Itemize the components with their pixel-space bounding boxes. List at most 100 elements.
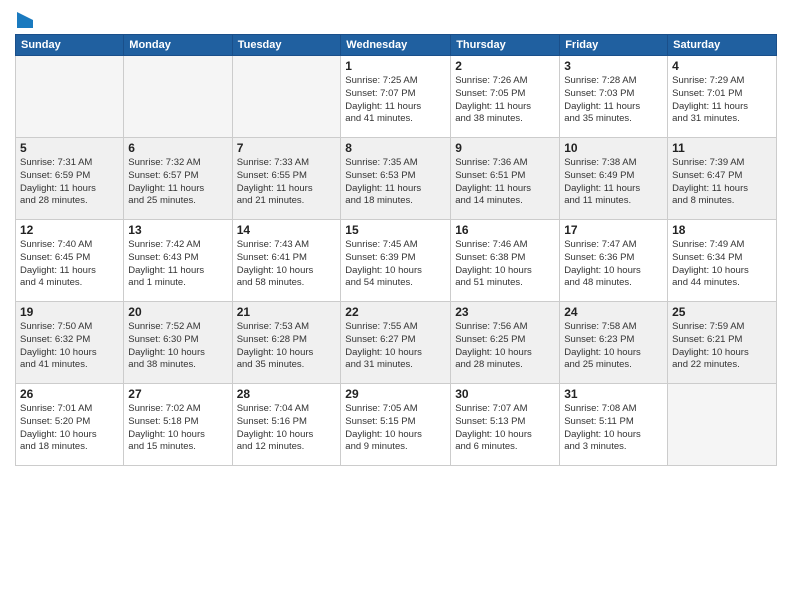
day-info: Sunrise: 7:05 AM Sunset: 5:15 PM Dayligh… [345, 403, 446, 454]
week-row-4: 19 Sunrise: 7:50 AM Sunset: 6:32 PM Dayli… [16, 302, 777, 384]
calendar-cell: 16 Sunrise: 7:46 AM Sunset: 6:38 PM Dayli… [451, 220, 560, 302]
calendar-cell: 5 Sunrise: 7:31 AM Sunset: 6:59 PM Daylig… [16, 138, 124, 220]
day-number: 18 [672, 223, 772, 237]
header-cell-friday: Friday [560, 35, 668, 56]
day-number: 16 [455, 223, 555, 237]
header-cell-tuesday: Tuesday [232, 35, 341, 56]
day-number: 26 [20, 387, 119, 401]
calendar-cell: 30 Sunrise: 7:07 AM Sunset: 5:13 PM Dayli… [451, 384, 560, 466]
day-info: Sunrise: 7:47 AM Sunset: 6:36 PM Dayligh… [564, 239, 663, 290]
calendar-cell: 20 Sunrise: 7:52 AM Sunset: 6:30 PM Dayli… [124, 302, 232, 384]
day-info: Sunrise: 7:53 AM Sunset: 6:28 PM Dayligh… [237, 321, 337, 372]
day-info: Sunrise: 7:29 AM Sunset: 7:01 PM Dayligh… [672, 75, 772, 126]
calendar-table: SundayMondayTuesdayWednesdayThursdayFrid… [15, 34, 777, 466]
calendar-cell: 8 Sunrise: 7:35 AM Sunset: 6:53 PM Daylig… [341, 138, 451, 220]
day-info: Sunrise: 7:32 AM Sunset: 6:57 PM Dayligh… [128, 157, 227, 208]
header-cell-wednesday: Wednesday [341, 35, 451, 56]
day-info: Sunrise: 7:50 AM Sunset: 6:32 PM Dayligh… [20, 321, 119, 372]
calendar-cell [668, 384, 777, 466]
logo-icon [17, 12, 33, 28]
day-info: Sunrise: 7:55 AM Sunset: 6:27 PM Dayligh… [345, 321, 446, 372]
day-info: Sunrise: 7:28 AM Sunset: 7:03 PM Dayligh… [564, 75, 663, 126]
day-number: 15 [345, 223, 446, 237]
day-number: 21 [237, 305, 337, 319]
day-info: Sunrise: 7:07 AM Sunset: 5:13 PM Dayligh… [455, 403, 555, 454]
calendar-cell: 9 Sunrise: 7:36 AM Sunset: 6:51 PM Daylig… [451, 138, 560, 220]
day-info: Sunrise: 7:08 AM Sunset: 5:11 PM Dayligh… [564, 403, 663, 454]
calendar-cell: 27 Sunrise: 7:02 AM Sunset: 5:18 PM Dayli… [124, 384, 232, 466]
day-info: Sunrise: 7:56 AM Sunset: 6:25 PM Dayligh… [455, 321, 555, 372]
day-number: 29 [345, 387, 446, 401]
calendar-cell: 14 Sunrise: 7:43 AM Sunset: 6:41 PM Dayli… [232, 220, 341, 302]
day-info: Sunrise: 7:42 AM Sunset: 6:43 PM Dayligh… [128, 239, 227, 290]
day-number: 23 [455, 305, 555, 319]
day-info: Sunrise: 7:04 AM Sunset: 5:16 PM Dayligh… [237, 403, 337, 454]
day-number: 7 [237, 141, 337, 155]
calendar-body: 1Sunrise: 7:25 AM Sunset: 7:07 PM Daylig… [16, 56, 777, 466]
calendar-cell: 29 Sunrise: 7:05 AM Sunset: 5:15 PM Dayli… [341, 384, 451, 466]
logo [15, 10, 33, 26]
day-number: 13 [128, 223, 227, 237]
day-number: 4 [672, 59, 772, 73]
calendar-cell: 22 Sunrise: 7:55 AM Sunset: 6:27 PM Dayli… [341, 302, 451, 384]
calendar-cell: 21 Sunrise: 7:53 AM Sunset: 6:28 PM Dayli… [232, 302, 341, 384]
day-number: 27 [128, 387, 227, 401]
week-row-1: 1Sunrise: 7:25 AM Sunset: 7:07 PM Daylig… [16, 56, 777, 138]
day-info: Sunrise: 7:01 AM Sunset: 5:20 PM Dayligh… [20, 403, 119, 454]
day-info: Sunrise: 7:31 AM Sunset: 6:59 PM Dayligh… [20, 157, 119, 208]
calendar-cell: 12 Sunrise: 7:40 AM Sunset: 6:45 PM Dayli… [16, 220, 124, 302]
day-info: Sunrise: 7:02 AM Sunset: 5:18 PM Dayligh… [128, 403, 227, 454]
calendar-cell: 31 Sunrise: 7:08 AM Sunset: 5:11 PM Dayli… [560, 384, 668, 466]
header-cell-thursday: Thursday [451, 35, 560, 56]
calendar-cell: 18 Sunrise: 7:49 AM Sunset: 6:34 PM Dayli… [668, 220, 777, 302]
day-number: 3 [564, 59, 663, 73]
week-row-3: 12 Sunrise: 7:40 AM Sunset: 6:45 PM Dayli… [16, 220, 777, 302]
day-number: 20 [128, 305, 227, 319]
day-number: 10 [564, 141, 663, 155]
calendar-cell: 28 Sunrise: 7:04 AM Sunset: 5:16 PM Dayli… [232, 384, 341, 466]
day-number: 12 [20, 223, 119, 237]
day-info: Sunrise: 7:36 AM Sunset: 6:51 PM Dayligh… [455, 157, 555, 208]
week-row-5: 26 Sunrise: 7:01 AM Sunset: 5:20 PM Dayli… [16, 384, 777, 466]
day-info: Sunrise: 7:38 AM Sunset: 6:49 PM Dayligh… [564, 157, 663, 208]
day-info: Sunrise: 7:49 AM Sunset: 6:34 PM Dayligh… [672, 239, 772, 290]
calendar-header: SundayMondayTuesdayWednesdayThursdayFrid… [16, 35, 777, 56]
calendar-cell: 23 Sunrise: 7:56 AM Sunset: 6:25 PM Dayli… [451, 302, 560, 384]
day-number: 28 [237, 387, 337, 401]
day-number: 30 [455, 387, 555, 401]
calendar-cell: 6 Sunrise: 7:32 AM Sunset: 6:57 PM Daylig… [124, 138, 232, 220]
calendar-cell: 4 Sunrise: 7:29 AM Sunset: 7:01 PM Daylig… [668, 56, 777, 138]
calendar-cell: 17Sunrise: 7:47 AM Sunset: 6:36 PM Dayli… [560, 220, 668, 302]
day-info: Sunrise: 7:35 AM Sunset: 6:53 PM Dayligh… [345, 157, 446, 208]
day-number: 14 [237, 223, 337, 237]
day-number: 11 [672, 141, 772, 155]
day-number: 31 [564, 387, 663, 401]
day-info: Sunrise: 7:45 AM Sunset: 6:39 PM Dayligh… [345, 239, 446, 290]
day-number: 1 [345, 59, 446, 73]
header-row: SundayMondayTuesdayWednesdayThursdayFrid… [16, 35, 777, 56]
day-number: 8 [345, 141, 446, 155]
day-number: 19 [20, 305, 119, 319]
day-info: Sunrise: 7:52 AM Sunset: 6:30 PM Dayligh… [128, 321, 227, 372]
calendar-cell: 11Sunrise: 7:39 AM Sunset: 6:47 PM Dayli… [668, 138, 777, 220]
day-info: Sunrise: 7:40 AM Sunset: 6:45 PM Dayligh… [20, 239, 119, 290]
week-row-2: 5 Sunrise: 7:31 AM Sunset: 6:59 PM Daylig… [16, 138, 777, 220]
day-number: 6 [128, 141, 227, 155]
day-number: 2 [455, 59, 555, 73]
calendar-cell: 19 Sunrise: 7:50 AM Sunset: 6:32 PM Dayli… [16, 302, 124, 384]
calendar-cell: 10 Sunrise: 7:38 AM Sunset: 6:49 PM Dayli… [560, 138, 668, 220]
calendar-cell: 1Sunrise: 7:25 AM Sunset: 7:07 PM Daylig… [341, 56, 451, 138]
header [15, 10, 777, 26]
header-cell-monday: Monday [124, 35, 232, 56]
day-number: 22 [345, 305, 446, 319]
calendar-cell [124, 56, 232, 138]
day-number: 5 [20, 141, 119, 155]
day-info: Sunrise: 7:43 AM Sunset: 6:41 PM Dayligh… [237, 239, 337, 290]
calendar-cell: 24Sunrise: 7:58 AM Sunset: 6:23 PM Dayli… [560, 302, 668, 384]
day-info: Sunrise: 7:26 AM Sunset: 7:05 PM Dayligh… [455, 75, 555, 126]
header-cell-saturday: Saturday [668, 35, 777, 56]
calendar-cell: 13 Sunrise: 7:42 AM Sunset: 6:43 PM Dayli… [124, 220, 232, 302]
day-info: Sunrise: 7:46 AM Sunset: 6:38 PM Dayligh… [455, 239, 555, 290]
calendar-cell: 2 Sunrise: 7:26 AM Sunset: 7:05 PM Daylig… [451, 56, 560, 138]
day-number: 9 [455, 141, 555, 155]
